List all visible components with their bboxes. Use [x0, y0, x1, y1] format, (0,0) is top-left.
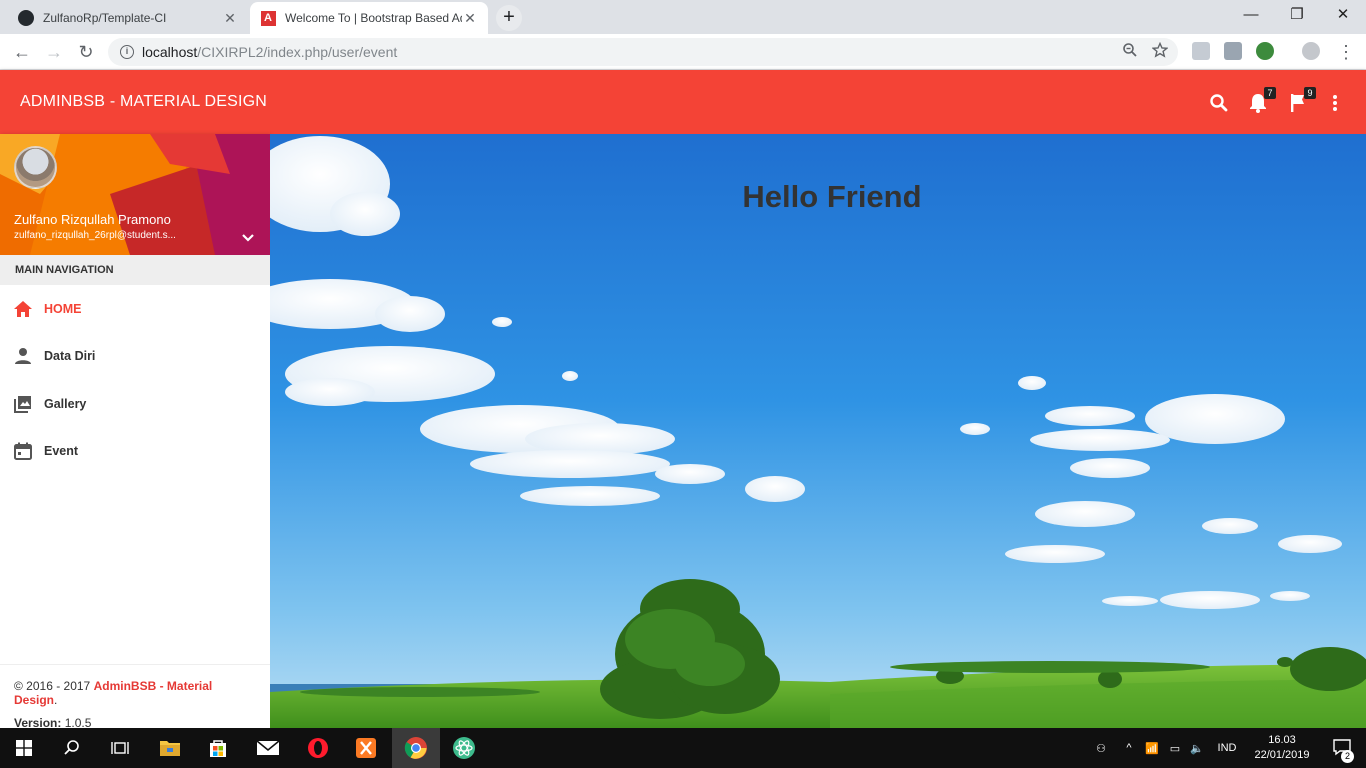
profile-icon[interactable] [1302, 42, 1320, 60]
window-controls: — ❐ ✕ [1228, 0, 1366, 30]
forward-icon[interactable]: → [42, 40, 66, 64]
tab-title: Welcome To | Bootstrap Based Ad [285, 11, 462, 25]
clock-date: 22/01/2019 [1254, 749, 1310, 761]
atom-icon[interactable] [440, 728, 488, 768]
home-icon [14, 300, 32, 317]
windows-start-icon[interactable] [0, 728, 48, 768]
user-info-panel: Zulfano Rizqullah Pramono zulfano_rizqul… [0, 134, 270, 255]
info-icon[interactable]: i [120, 45, 134, 59]
extension-icon[interactable] [1192, 42, 1210, 60]
battery-icon[interactable]: ▭ [1164, 742, 1186, 755]
chevron-down-icon[interactable] [240, 230, 256, 246]
person-icon [15, 348, 31, 365]
app-header: ADMINBSB - MATERIAL DESIGN 7 9 [0, 70, 1366, 134]
action-center-icon[interactable]: 2 [1318, 738, 1366, 763]
url-host: localhost [142, 44, 198, 60]
reload-icon[interactable]: ↻ [74, 40, 98, 64]
store-icon[interactable] [194, 728, 242, 768]
minimize-icon[interactable]: — [1228, 0, 1274, 30]
sidebar-item-home[interactable]: HOME [0, 285, 270, 333]
copyright: © 2016 - 2017 AdminBSB - Material Design… [14, 679, 256, 707]
copyright-suffix: . [54, 693, 58, 707]
clock[interactable]: 16.03 22/01/2019 [1246, 733, 1318, 763]
new-tab-button[interactable]: + [496, 5, 522, 31]
landscape-background-image [270, 134, 1366, 728]
left-sidebar: Zulfano Rizqullah Pramono zulfano_rizqul… [0, 134, 270, 730]
maximize-icon[interactable]: ❐ [1274, 0, 1320, 30]
brand-title[interactable]: ADMINBSB - MATERIAL DESIGN [20, 93, 267, 111]
adminbsb-icon: A [260, 10, 276, 26]
browser-tab-adminbsb[interactable]: A Welcome To | Bootstrap Based Ad ✕ [250, 2, 488, 34]
sidebar-legal: © 2016 - 2017 AdminBSB - Material Design… [0, 664, 270, 730]
notifications-icon[interactable]: 7 [1248, 87, 1276, 114]
tasks-badge: 9 [1304, 87, 1316, 99]
close-tab-icon[interactable]: ✕ [462, 10, 478, 27]
wifi-icon[interactable]: 📶 [1140, 742, 1164, 755]
file-explorer-icon[interactable] [146, 728, 194, 768]
bookmark-star-icon[interactable] [1152, 42, 1168, 58]
action-center-badge: 2 [1341, 749, 1354, 763]
user-name: Zulfano Rizqullah Pramono [14, 212, 171, 227]
sidebar-item-event[interactable]: Event [0, 428, 270, 476]
browser-menu-icon[interactable]: ⋮ [1334, 40, 1358, 64]
language-indicator[interactable]: IND [1208, 742, 1246, 754]
nav-heading: MAIN NAVIGATION [0, 255, 270, 285]
system-tray: ⚇ ^ 📶 ▭ 🔈 IND 16.03 22/01/2019 2 [1084, 728, 1366, 768]
tasks-flag-icon[interactable]: 9 [1288, 87, 1316, 114]
people-icon[interactable]: ⚇ [1084, 742, 1118, 755]
calendar-icon [14, 442, 32, 461]
user-email: zulfano_rizqullah_26rpl@student.s... [14, 230, 176, 241]
sidebar-item-gallery[interactable]: Gallery [0, 380, 270, 428]
sidebar-item-label: HOME [44, 301, 82, 316]
copyright-text: © 2016 - 2017 [14, 679, 94, 693]
sidebar-item-label: Gallery [44, 396, 87, 411]
close-window-icon[interactable]: ✕ [1320, 0, 1366, 30]
search-icon[interactable] [1208, 92, 1230, 114]
address-bar[interactable]: i localhost/CIXIRPL2/index.php/user/even… [108, 38, 1178, 66]
browser-tab-github[interactable]: ZulfanoRp/Template-CI ✕ [8, 2, 248, 34]
chrome-icon[interactable] [392, 728, 440, 768]
back-icon[interactable]: ← [10, 40, 34, 64]
github-icon [18, 10, 34, 26]
avatar[interactable] [14, 146, 57, 189]
url-path: /CIXIRPL2/index.php/user/event [197, 44, 398, 60]
sidebar-item-label: Data Diri [44, 349, 96, 364]
task-view-icon[interactable] [96, 728, 144, 768]
xampp-icon[interactable] [342, 728, 390, 768]
clock-time: 16.03 [1268, 734, 1296, 746]
windows-taskbar: ⚇ ^ 📶 ▭ 🔈 IND 16.03 22/01/2019 2 [0, 728, 1366, 768]
tab-title: ZulfanoRp/Template-CI [43, 11, 167, 25]
zoom-icon[interactable] [1122, 42, 1138, 58]
page-heading: Hello Friend [742, 179, 922, 214]
sidebar-item-label: Event [44, 444, 79, 459]
more-vert-icon[interactable] [1324, 92, 1346, 114]
mail-icon[interactable] [244, 728, 292, 768]
opera-icon[interactable] [294, 728, 342, 768]
volume-icon[interactable]: 🔈 [1186, 742, 1208, 755]
browser-toolbar: ← → ↻ i localhost/CIXIRPL2/index.php/use… [0, 34, 1366, 70]
notifications-badge: 7 [1264, 87, 1276, 99]
search-icon[interactable] [48, 728, 96, 768]
chevron-up-icon[interactable]: ^ [1118, 742, 1140, 754]
close-tab-icon[interactable]: ✕ [222, 10, 238, 27]
extension-icon[interactable] [1256, 42, 1274, 60]
browser-tab-bar: ZulfanoRp/Template-CI ✕ A Welcome To | B… [0, 0, 1366, 34]
main-content: Hello Friend [270, 134, 1366, 728]
gallery-icon [14, 395, 31, 413]
sidebar-item-data-diri[interactable]: Data Diri [0, 333, 270, 381]
extension-icon[interactable] [1224, 42, 1242, 60]
